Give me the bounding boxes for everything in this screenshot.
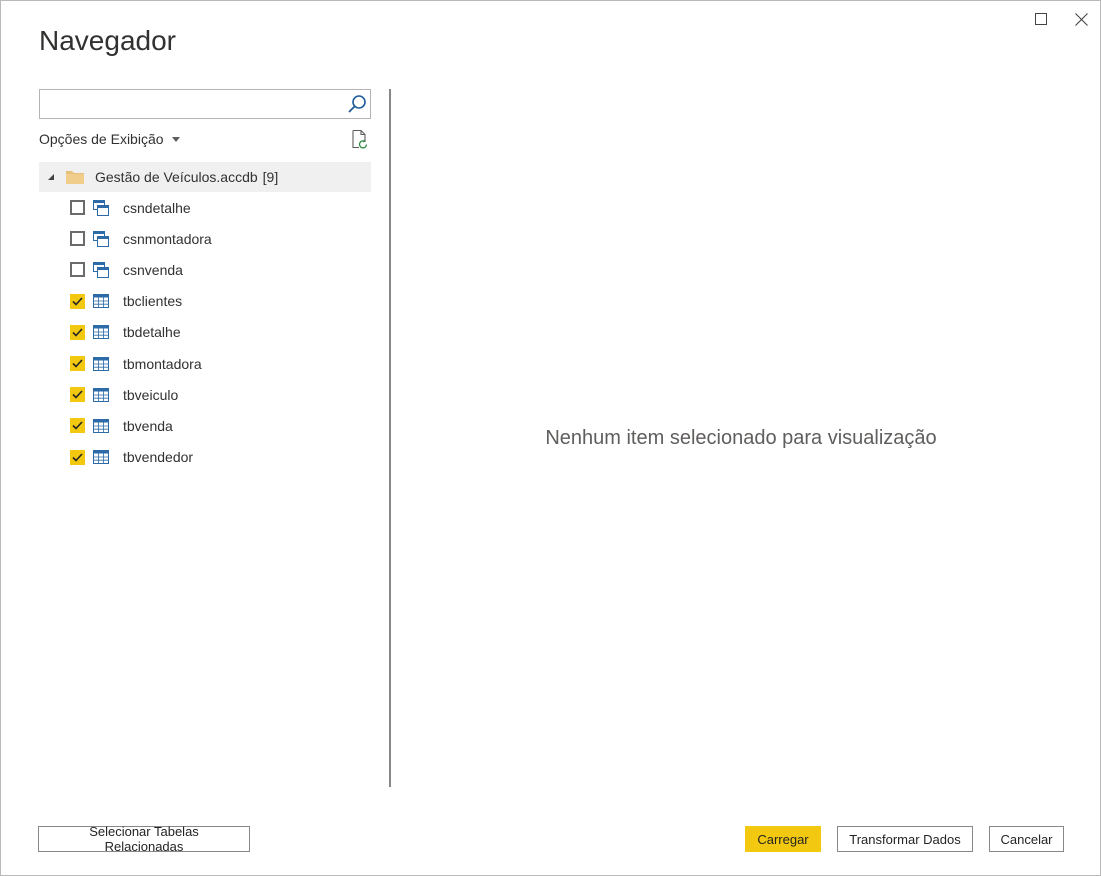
table-icon	[92, 324, 110, 340]
item-checkbox[interactable]	[70, 200, 85, 216]
table-icon	[92, 293, 110, 309]
view-icon	[92, 261, 110, 279]
preview-empty-message: Nenhum item selecionado para visualizaçã…	[545, 427, 937, 449]
tree-item[interactable]: csnmontadora	[39, 223, 371, 254]
tree-item-label: tbmontadora	[123, 355, 202, 372]
tree-item-label: csndetalhe	[123, 199, 191, 216]
dialog-title: Navegador	[39, 25, 176, 56]
maximize-icon	[1035, 13, 1047, 25]
tree-item-label: tbvenda	[123, 417, 173, 434]
navigator-window: Navegador Opções de Exibição Gestão de V…	[0, 0, 1101, 876]
table-icon	[92, 387, 110, 403]
checkmark-icon	[72, 297, 83, 306]
folder-icon	[65, 169, 85, 185]
checkmark-icon	[72, 421, 83, 431]
tree-item-label: csnmontadora	[123, 230, 212, 247]
item-checkbox[interactable]	[70, 324, 85, 340]
view-icon	[92, 199, 110, 217]
select-related-tables-button[interactable]: Selecionar Tabelas Relacionadas	[38, 824, 250, 854]
item-checkbox[interactable]	[70, 418, 85, 434]
item-checkbox[interactable]	[70, 356, 85, 372]
navigator-pane: Opções de Exibição Gestão de Veículos.ac…	[39, 89, 371, 465]
caret-down-icon	[171, 136, 180, 142]
checkmark-icon	[72, 453, 83, 462]
tree-item-label: tbveiculo	[123, 386, 179, 403]
search-input[interactable]	[40, 90, 352, 116]
table-icon	[92, 356, 110, 372]
tree-item-label: tbdetalhe	[123, 324, 181, 341]
tree-item[interactable]: tbveiculo	[39, 379, 371, 410]
tree-item-label: tbvendedor	[123, 449, 194, 466]
item-checkbox[interactable]	[70, 387, 85, 403]
tree-item-label: csnvenda	[123, 261, 183, 278]
checkmark-icon	[72, 359, 83, 368]
view-options-dropdown[interactable]: Opções de Exibição	[39, 131, 180, 147]
tree-item-label: tbclientes	[123, 293, 183, 310]
refresh-button[interactable]	[350, 129, 370, 154]
table-icon	[92, 418, 110, 434]
item-checkbox[interactable]	[70, 449, 85, 465]
search-box	[39, 89, 371, 119]
tree-item[interactable]: tbvenda	[39, 410, 371, 441]
tree-item[interactable]: tbmontadora	[39, 348, 371, 379]
navigator-tree: Gestão de Veículos.accdb [9] csndetalhe	[39, 162, 371, 473]
checkmark-icon	[72, 390, 83, 399]
refresh-document-icon	[352, 129, 368, 149]
table-icon	[92, 449, 110, 465]
transform-data-button[interactable]: Transformar Dados	[837, 826, 973, 852]
item-checkbox[interactable]	[70, 293, 85, 309]
tree-item[interactable]: csnvenda	[39, 254, 371, 285]
cancel-button[interactable]: Cancelar	[989, 826, 1064, 852]
expand-collapse-icon[interactable]	[47, 173, 55, 181]
close-icon	[1074, 12, 1088, 26]
close-button[interactable]	[1069, 9, 1093, 29]
tree-item[interactable]: tbvendedor	[39, 442, 371, 473]
tree-root-node[interactable]: Gestão de Veículos.accdb [9]	[39, 162, 371, 192]
view-options-label: Opções de Exibição	[39, 131, 164, 147]
load-button[interactable]: Carregar	[745, 826, 821, 852]
tree-root-label: Gestão de Veículos.accdb	[95, 169, 258, 185]
item-checkbox[interactable]	[70, 262, 85, 278]
search-icon[interactable]	[347, 94, 367, 119]
tree-item[interactable]: tbdetalhe	[39, 317, 371, 348]
checkmark-icon	[72, 328, 83, 337]
view-icon	[92, 230, 110, 248]
tree-item[interactable]: csndetalhe	[39, 192, 371, 223]
maximize-button[interactable]	[1029, 9, 1053, 29]
item-checkbox[interactable]	[70, 231, 85, 247]
tree-item[interactable]: tbclientes	[39, 286, 371, 317]
tree-root-count: [9]	[262, 169, 279, 185]
